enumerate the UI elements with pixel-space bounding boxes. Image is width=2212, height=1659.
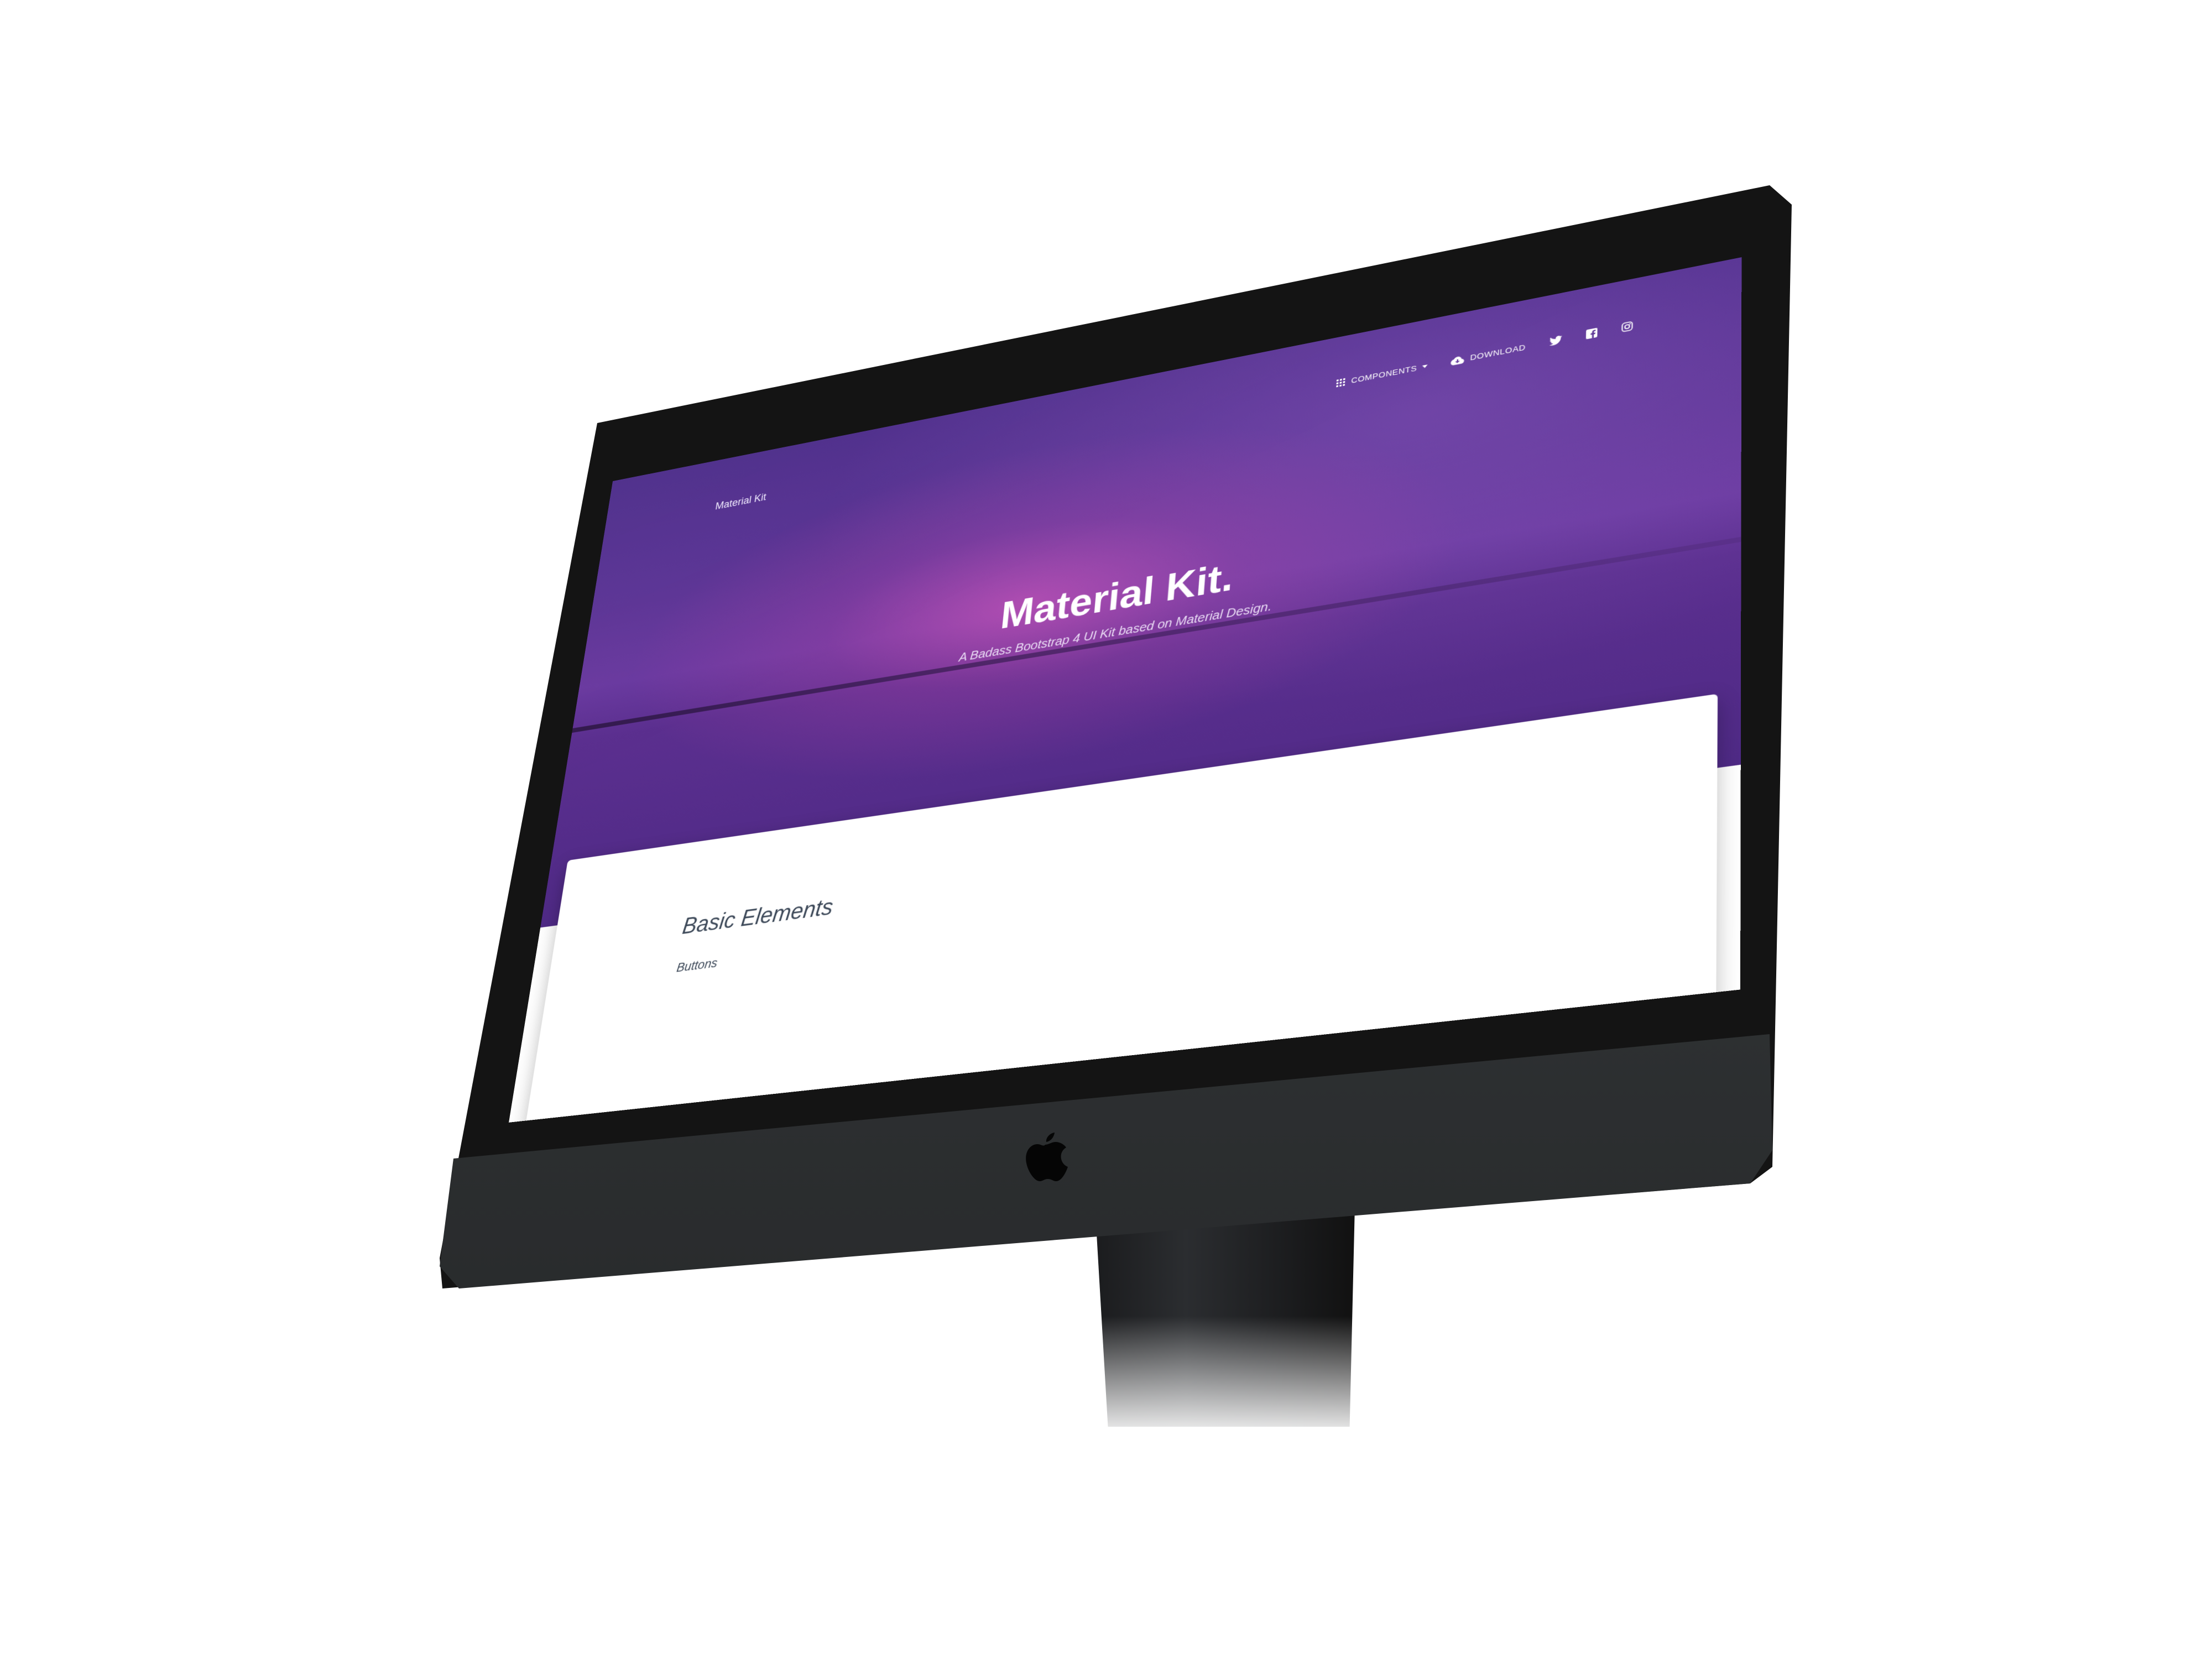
cloud-download-icon — [1451, 355, 1465, 366]
instagram-icon[interactable] — [1621, 321, 1633, 334]
scene: Material Kit COMPONENTS DOWNLOAD Materia… — [0, 0, 2212, 1659]
apple-logo-icon — [1020, 1128, 1070, 1192]
top-nav: COMPONENTS DOWNLOAD — [1336, 321, 1633, 389]
nav-components-label: COMPONENTS — [1350, 363, 1417, 385]
brand-link[interactable]: Material Kit — [714, 491, 767, 512]
section-title: Basic Elements — [681, 894, 835, 939]
website-screen: Material Kit COMPONENTS DOWNLOAD Materia… — [509, 257, 1742, 1123]
nav-download-label: DOWNLOAD — [1470, 342, 1526, 362]
apps-grid-icon — [1336, 378, 1347, 388]
hero-subtitle: A Badass Bootstrap 4 UI Kit based on Mat… — [958, 599, 1272, 665]
stand-fade — [1084, 1316, 1371, 1449]
nav-download-link[interactable]: DOWNLOAD — [1451, 343, 1526, 366]
caret-down-icon — [1422, 364, 1428, 369]
nav-components-dropdown[interactable]: COMPONENTS — [1336, 362, 1428, 388]
section-subtitle: Buttons — [675, 956, 718, 975]
twitter-icon[interactable] — [1549, 335, 1563, 348]
facebook-icon[interactable] — [1585, 327, 1598, 341]
